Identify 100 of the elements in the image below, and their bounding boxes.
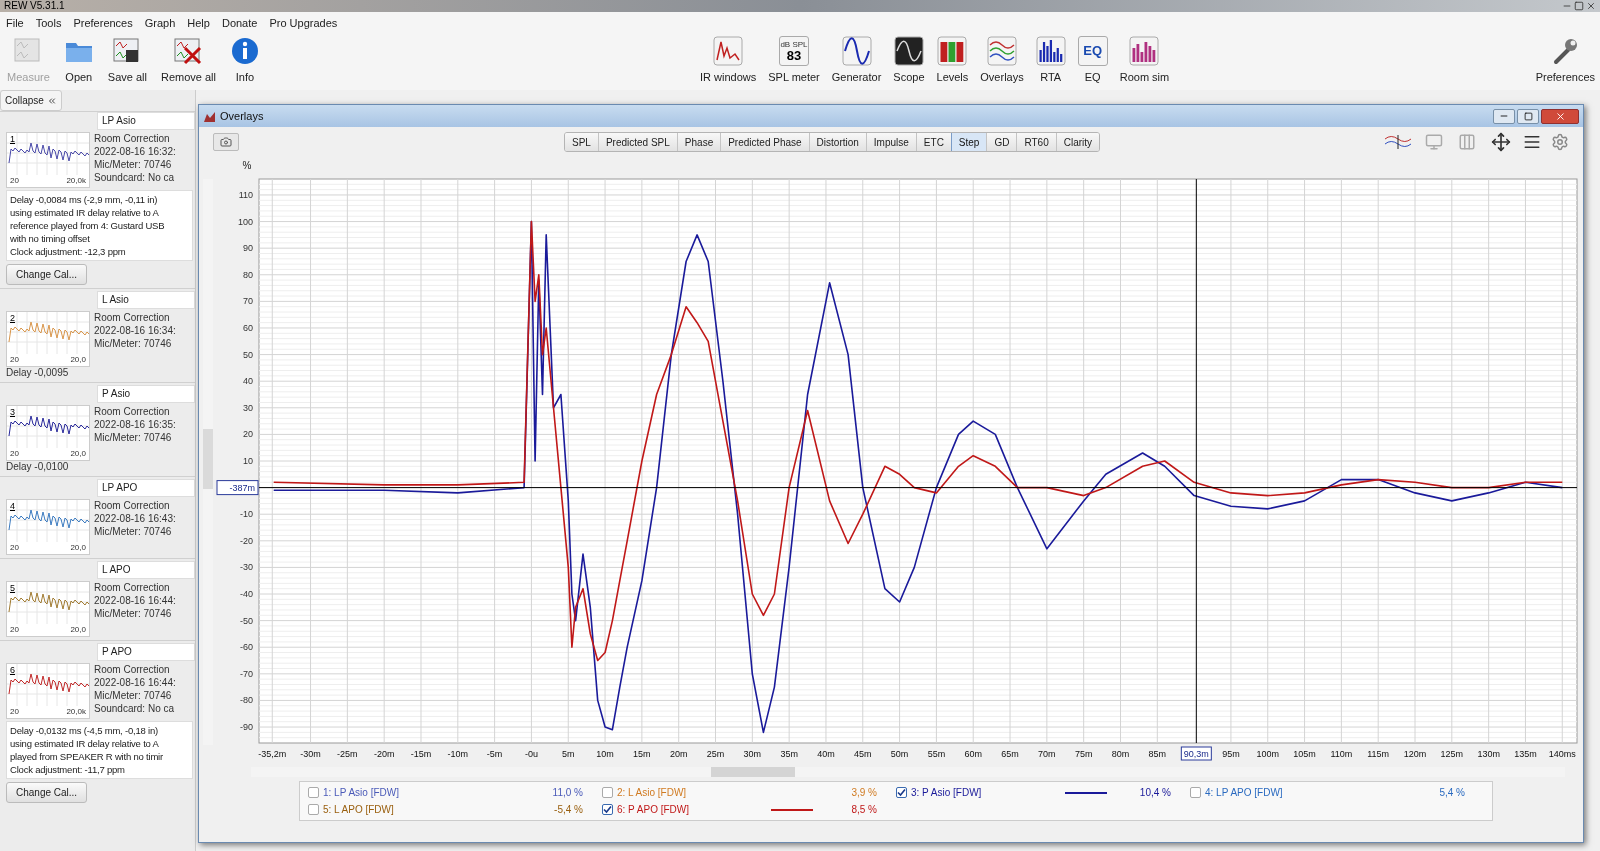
axis-label: 20 (10, 542, 19, 554)
graph-tab[interactable]: GD (986, 133, 1017, 151)
graph-tab[interactable]: SPL (565, 133, 598, 151)
menu-item[interactable]: Donate (221, 14, 258, 32)
menu-item[interactable]: Help (187, 14, 210, 32)
menu-item[interactable]: Preferences (73, 14, 133, 32)
toolbar-button[interactable]: Preferences (1530, 34, 1600, 86)
x-tick-label: -0u (524, 749, 538, 759)
delay-text: Delay -0,0100 (6, 461, 70, 473)
toolbar-button[interactable]: Save all (102, 34, 152, 86)
chevrons-left-icon (46, 95, 57, 106)
toolbar-button[interactable]: Info (224, 34, 265, 86)
response-curve-icon (7, 133, 89, 175)
legend-reading: 5,4 % (1438, 786, 1465, 800)
measurement-name-field[interactable]: LP Asio (97, 112, 195, 130)
close-icon (1554, 110, 1566, 122)
horizontal-scrollbar[interactable] (251, 767, 1565, 777)
close-button[interactable] (1541, 108, 1579, 124)
maximize-icon[interactable] (1574, 1, 1584, 11)
legend-checkbox[interactable] (602, 787, 613, 798)
window-title: REW V5.31.1 (4, 0, 65, 12)
x-tick-label: 10m (596, 749, 614, 759)
graph-tab[interactable]: Step (950, 133, 987, 151)
graph-tab[interactable]: Predicted SPL (597, 133, 677, 151)
change-cal-button[interactable]: Change Cal... (6, 782, 88, 803)
details-line: Clock adjustment: -11,7 ppm (10, 763, 126, 776)
x-tick-label: 15m (633, 749, 651, 759)
toolbar-button[interactable]: IR windows (694, 34, 762, 86)
cursor-readout: 90,3m (1180, 746, 1212, 761)
x-tick-label: 60m (964, 749, 982, 759)
x-tick-label: 140ms (1548, 749, 1576, 759)
toolbar-button[interactable]: dB SPL 83 SPL meter (763, 34, 825, 86)
toolbar-button[interactable]: Room sim (1114, 34, 1175, 86)
change-cal-button[interactable]: Change Cal... (6, 264, 88, 285)
y-tick-label: -50 (240, 615, 253, 626)
menu-item[interactable]: Tools (35, 14, 62, 32)
toolbar-button[interactable]: EQ EQ (1072, 34, 1113, 86)
measurement-info: Room Correction (94, 663, 171, 676)
y-tick-label: 80 (243, 269, 253, 280)
monitor-icon[interactable] (1423, 133, 1445, 151)
details-line: Clock adjustment: -12,3 ppm (10, 245, 127, 258)
menu-item[interactable]: File (6, 14, 24, 32)
camera-button[interactable] (213, 133, 239, 151)
close-icon[interactable] (1586, 1, 1596, 11)
legend-checkbox[interactable] (602, 804, 613, 815)
graph-tab[interactable]: RT60 (1016, 133, 1056, 151)
measurement-info: Mic/Meter: 70746 (94, 337, 173, 350)
collapse-button[interactable]: Collapse (0, 90, 62, 111)
measurement-info: Room Correction (94, 405, 171, 418)
thumbnail-number: 2 (10, 312, 15, 325)
measurement-info: Mic/Meter: 70746 (94, 158, 173, 171)
y-tick-label: 30 (243, 402, 253, 413)
measurement-name-field[interactable]: L APO (97, 561, 195, 579)
y-tick-label: 90 (243, 243, 253, 254)
measurement-info: Room Correction (94, 132, 171, 145)
vertical-scrollbar[interactable] (203, 179, 213, 745)
y-tick-label: -60 (240, 642, 253, 653)
axis-label: 20 (10, 448, 19, 460)
graph-tab[interactable]: ETC (915, 133, 951, 151)
toolbar-button[interactable]: Overlays (975, 34, 1029, 86)
toolbar-button[interactable]: Open (58, 34, 99, 86)
graph-tab[interactable]: Distortion (808, 133, 866, 151)
legend-checkbox[interactable] (308, 787, 319, 798)
x-tick-label: 120m (1403, 749, 1427, 759)
overlay-waves-icon[interactable] (1383, 133, 1413, 151)
x-tick-label: -30m (300, 749, 321, 759)
graph-tab[interactable]: Impulse (865, 133, 916, 151)
move-icon[interactable] (1489, 132, 1513, 152)
measurement-name-field[interactable]: LP APO (97, 479, 195, 497)
maximize-button[interactable] (1517, 108, 1539, 124)
minimize-button[interactable] (1493, 108, 1515, 124)
ref-line-label: -387m (229, 482, 255, 493)
measurement-name-field[interactable]: P APO (97, 643, 195, 661)
toolbar-button[interactable]: Generator (826, 34, 887, 86)
details-line: played from SPEAKER R with no timir (10, 750, 164, 763)
legend-checkbox[interactable] (308, 804, 319, 815)
toolbar-button[interactable]: Remove all (155, 34, 221, 86)
graph-tab[interactable]: Clarity (1055, 133, 1100, 151)
menu-item[interactable]: Graph (144, 14, 176, 32)
toolbar-button[interactable]: Scope (888, 34, 930, 86)
x-tick-label: 45m (854, 749, 872, 759)
toolbar-button[interactable]: Levels (931, 34, 974, 86)
legend-checkbox[interactable] (1190, 787, 1201, 798)
toolbar-button[interactable]: RTA (1030, 34, 1071, 86)
measurement-name-field[interactable]: L Asio (97, 291, 195, 309)
list-icon[interactable] (1523, 133, 1541, 151)
measurement-name-field[interactable]: P Asio (97, 385, 195, 403)
y-tick-label: -40 (240, 589, 253, 599)
graph-tab[interactable]: Predicted Phase (720, 133, 809, 151)
settings-icon[interactable] (1551, 133, 1569, 151)
graph-tab[interactable]: Phase (676, 133, 721, 151)
menu-item[interactable]: Pro Upgrades (269, 14, 338, 32)
legend-checkbox[interactable] (896, 787, 907, 798)
axis-label: 20 (10, 175, 19, 187)
y-tick-label: 50 (243, 349, 253, 360)
x-tick-label: 40m (817, 749, 835, 759)
x-tick-label: 85m (1148, 749, 1167, 759)
x-tick-label: 130m (1477, 749, 1500, 759)
measurement-info: Mic/Meter: 70746 (94, 607, 173, 620)
y-tick-label: -70 (240, 668, 253, 679)
